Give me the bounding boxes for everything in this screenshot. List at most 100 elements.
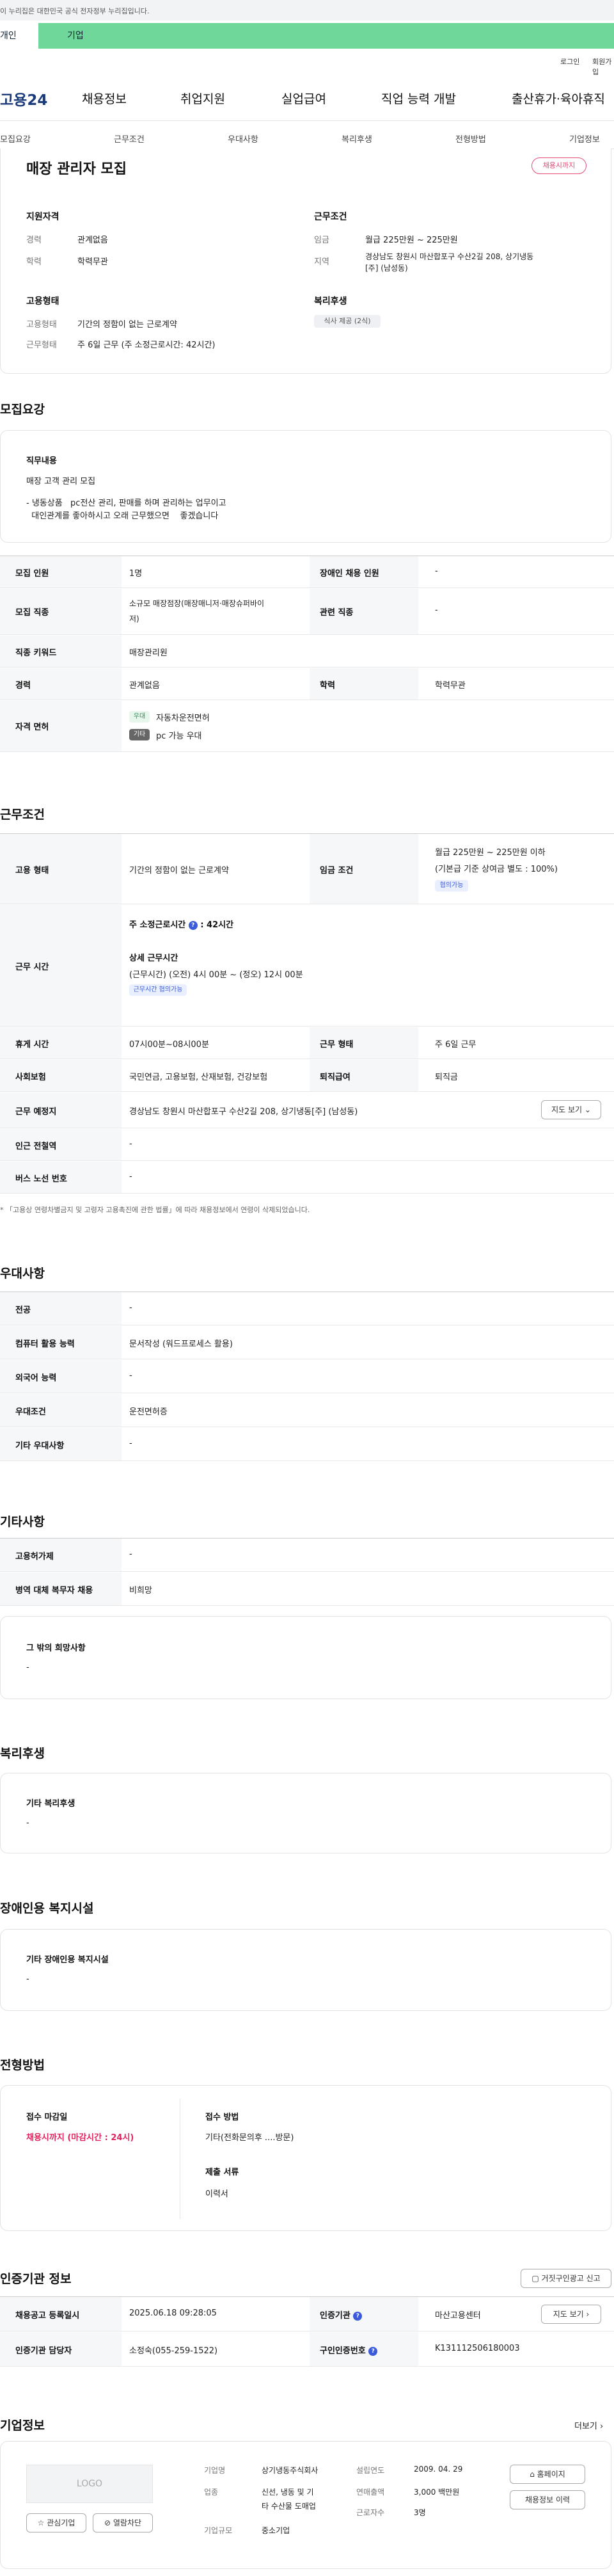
headcount-value: 1명	[129, 569, 143, 579]
break-value: 07시00분~08시00분	[129, 1040, 209, 1050]
deadline-value: 채용시까지 (마감시간 : 24시)	[26, 2133, 134, 2143]
education-label: 학력	[26, 257, 42, 267]
section-recruit-title: 모집요강	[0, 403, 45, 417]
nav-jobs[interactable]: 채용정보	[82, 90, 127, 107]
nav-unemployment-benefit[interactable]: 실업급여	[281, 90, 326, 107]
hours-detail-title: 상세 근무시간	[129, 954, 178, 963]
help-icon[interactable]: ?	[368, 2346, 378, 2356]
cond-row-hours: 근무 시간 주 소정근로시간 ? : 42시간 상세 근무시간 (근무시간) (…	[0, 905, 614, 1027]
founded-value: 2009. 04. 29	[414, 2465, 463, 2474]
language-value: -	[129, 1371, 132, 1380]
company-name-value: 상기냉동주식회사	[262, 2466, 319, 2475]
military-label: 병역 대체 복무자 채용	[15, 1586, 93, 1596]
wage-value: 월급 225만원 ~ 225만원	[365, 236, 458, 245]
company-card: LOGO ☆ 관심기업 ⊘ 열람차단 기업명 상기냉동주식회사 업종 신선, 냉…	[0, 2441, 611, 2569]
related-value: -	[435, 605, 438, 615]
facility-card: 기타 장애인용 복지시설 -	[0, 1929, 611, 2011]
section-welfare-title: 복리후생	[0, 1747, 45, 1761]
break-label: 휴게 시간	[15, 1040, 49, 1050]
severance-label: 퇴직급여	[320, 1073, 350, 1082]
welfare-box-value: -	[26, 1818, 29, 1828]
nav-maternity-leave[interactable]: 출산휴가·육아휴직	[512, 90, 605, 107]
cond-emp-value: 기간의 정함이 없는 근로계약	[129, 866, 229, 876]
tab-business[interactable]: 기업	[67, 23, 84, 49]
cond-emp-label: 고용 형태	[15, 866, 49, 876]
pref-row-computer: 컴퓨터 활용 능력 문서작성 (워드프로세스 활용)	[0, 1326, 614, 1359]
chevron-right-icon: ›	[600, 2422, 604, 2431]
work-type-label: 근무형태	[26, 340, 57, 350]
pref-row-condition: 우대조건 운전면허증	[0, 1394, 614, 1427]
emp-type-label: 고용형태	[26, 320, 57, 330]
agency-value: 마산고용센터	[435, 2311, 481, 2321]
sales-label: 연매출액	[356, 2488, 385, 2497]
help-icon[interactable]: ?	[188, 920, 198, 930]
hiring-history-button[interactable]: 채용정보 이력	[510, 2490, 585, 2509]
help-icon[interactable]: ?	[353, 2311, 363, 2321]
pref-row-other: 기타 우대사항 -	[0, 1428, 614, 1461]
site-logo[interactable]: 고용24	[0, 88, 47, 109]
company-size-label: 기업규모	[204, 2526, 233, 2535]
founded-label: 설립연도	[356, 2466, 385, 2475]
keyword-label: 직종 키워드	[15, 648, 57, 658]
section-agency-title: 인증기관 정보	[0, 2272, 72, 2286]
license-value-2: pc 가능 우대	[156, 732, 202, 741]
place-label: 근무 예정지	[15, 1107, 57, 1117]
pref-row-language: 외국어 능력 -	[0, 1360, 614, 1393]
duty-line2: - 냉동상품 pc전산 관리, 판매를 하며 관리하는 업무이고	[26, 499, 226, 508]
duty-line3: 대인관계를 좋아하시고 오래 근무했으면 좋겠습니다	[26, 511, 219, 521]
job-value-line1: 소규모 매장점장(매장매니저·매장슈퍼바이	[129, 599, 265, 608]
authno-label-line: 구인인증번호 ?	[320, 2344, 378, 2356]
subtab-company[interactable]: 기업정보	[569, 132, 600, 145]
visa-label: 고용허가제	[15, 1552, 54, 1562]
hours-week-label: 주 소정근로시간	[129, 920, 186, 930]
favorite-company-button[interactable]: ☆ 관심기업	[26, 2513, 86, 2532]
welfare-box-title: 기타 복리후생	[26, 1799, 75, 1809]
signup-link[interactable]: 회원가입	[592, 56, 614, 77]
home-icon: ⌂	[530, 2470, 535, 2479]
authno-label: 구인인증번호	[320, 2346, 366, 2356]
report-false-ad-button[interactable]: ▢ 거짓구인광고 신고	[521, 2269, 611, 2288]
company-more-link[interactable]: 더보기 ›	[574, 2419, 603, 2431]
selection-card: 접수 마감일 채용시까지 (마감시간 : 24시) 접수 방법 기타(전화문의후…	[0, 2085, 611, 2231]
recruit-row-headcount: 모집 인원 1명 장애인 채용 인원 -	[0, 556, 614, 588]
docs-title: 제출 서류	[205, 2168, 239, 2177]
subway-value: -	[129, 1139, 132, 1149]
career-label: 경력	[26, 236, 42, 245]
login-link[interactable]: 로그인	[560, 56, 579, 67]
nav-vocational-training[interactable]: 직업 능력 개발	[381, 90, 456, 107]
hours-detail-value: (근무시간) (오전) 4시 00분 ~ (정오) 12시 00분	[129, 970, 303, 980]
recruit-row-career: 경력 관계없음 학력 학력무관	[0, 668, 614, 700]
agency-map-button[interactable]: 지도 보기 ›	[541, 2305, 601, 2324]
job-summary-card: 매장 관리자 모집 채용시까지 지원자격 경력 관계없음 학력 학력무관 고용형…	[0, 148, 611, 374]
edu-table-label: 학력	[320, 681, 335, 691]
nav-employment-support[interactable]: 취업지원	[180, 90, 225, 107]
related-label: 관련 직종	[320, 608, 354, 618]
employees-value: 3명	[414, 2508, 426, 2517]
industry-value-line1: 신선, 냉동 및 기	[262, 2488, 314, 2497]
education-value: 학력무관	[77, 257, 108, 267]
subtab-welfare[interactable]: 복리후생	[342, 132, 372, 145]
military-value: 비희망	[129, 1586, 152, 1596]
map-view-button[interactable]: 지도 보기 ⌄	[541, 1100, 601, 1119]
insurance-label: 사회보험	[15, 1073, 46, 1082]
tab-personal[interactable]: 개인	[0, 23, 38, 49]
career-table-value: 관계없음	[129, 681, 160, 691]
subtab-preference[interactable]: 우대사항	[228, 132, 258, 145]
duty-line1: 매장 고객 관리 모집	[26, 477, 96, 486]
method-value: 기타(전화문의후 ....방문)	[205, 2133, 294, 2143]
subtab-recruit[interactable]: 모집요강	[0, 132, 31, 145]
block-view-button[interactable]: ⊘ 열람차단	[93, 2513, 153, 2532]
career-value: 관계없음	[77, 236, 108, 245]
duty-card: 직무내용 매장 고객 관리 모집 - 냉동상품 pc전산 관리, 판매를 하며 …	[0, 430, 611, 543]
cond-row-break: 휴게 시간 07시00분~08시00분 근무 형태 주 6일 근무	[0, 1027, 614, 1059]
cond-row-place: 근무 예정지 경상남도 창원시 마산합포구 수산2길 208, 상기냉동[주] …	[0, 1092, 614, 1128]
homepage-button[interactable]: ⌂ 홈페이지	[510, 2465, 585, 2484]
headcount-label: 모집 인원	[15, 569, 49, 579]
facility-box-value: -	[26, 1974, 29, 1984]
cond-wage-label: 임금 조건	[320, 866, 354, 876]
cond-wage-value-2: (기본급 기준 상여금 별도 : 100%)	[435, 865, 558, 874]
subtab-selection[interactable]: 전형방법	[455, 132, 486, 145]
pref-other-label: 기타 우대사항	[15, 1441, 65, 1451]
conditions-title: 근무조건	[314, 212, 347, 222]
subtab-conditions[interactable]: 근무조건	[114, 132, 145, 145]
